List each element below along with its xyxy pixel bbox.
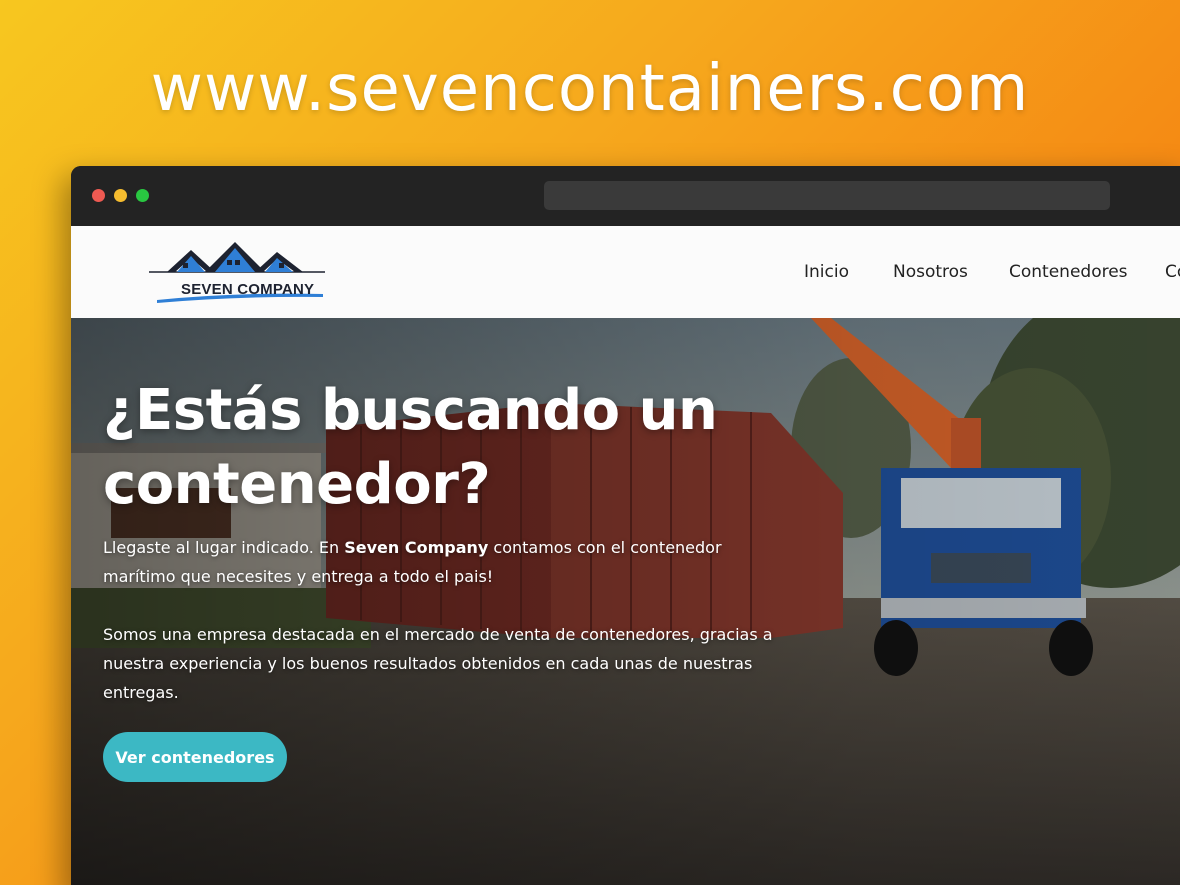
hero-intro-paragraph: Llegaste al lugar indicado. En Seven Com… xyxy=(103,533,793,591)
hero-title-line2: contenedor? xyxy=(103,452,491,517)
browser-window: SEVEN COMPANY Inicio Nosotros Contenedor… xyxy=(71,166,1180,885)
browser-titlebar xyxy=(71,166,1180,226)
hero-section: ¿Estás buscando un contenedor? Llegaste … xyxy=(71,318,1180,885)
hero-description-paragraph: Somos una empresa destacada en el mercad… xyxy=(103,625,773,702)
hero-title: ¿Estás buscando un contenedor? xyxy=(103,374,803,522)
close-window-dot[interactable] xyxy=(92,189,105,202)
minimize-window-dot[interactable] xyxy=(114,189,127,202)
nav-nosotros[interactable]: Nosotros xyxy=(893,262,968,282)
nav-contacto-partial[interactable]: Co xyxy=(1165,262,1180,282)
ver-contenedores-button[interactable]: Ver contenedores xyxy=(103,732,287,782)
maximize-window-dot[interactable] xyxy=(136,189,149,202)
hero-intro-company: Seven Company xyxy=(344,538,489,557)
site-logo[interactable]: SEVEN COMPANY xyxy=(147,234,327,309)
address-bar[interactable] xyxy=(544,181,1110,210)
logo-text: SEVEN COMPANY xyxy=(181,281,315,298)
site-navbar: SEVEN COMPANY Inicio Nosotros Contenedor… xyxy=(71,226,1180,318)
hero-title-line1: ¿Estás buscando un xyxy=(103,378,718,443)
site-url-heading: www.sevencontainers.com xyxy=(150,52,1030,126)
nav-contenedores[interactable]: Contenedores xyxy=(1009,262,1128,282)
hero-intro-text-start: Llegaste al lugar indicado. En xyxy=(103,538,345,557)
nav-inicio[interactable]: Inicio xyxy=(804,262,849,282)
